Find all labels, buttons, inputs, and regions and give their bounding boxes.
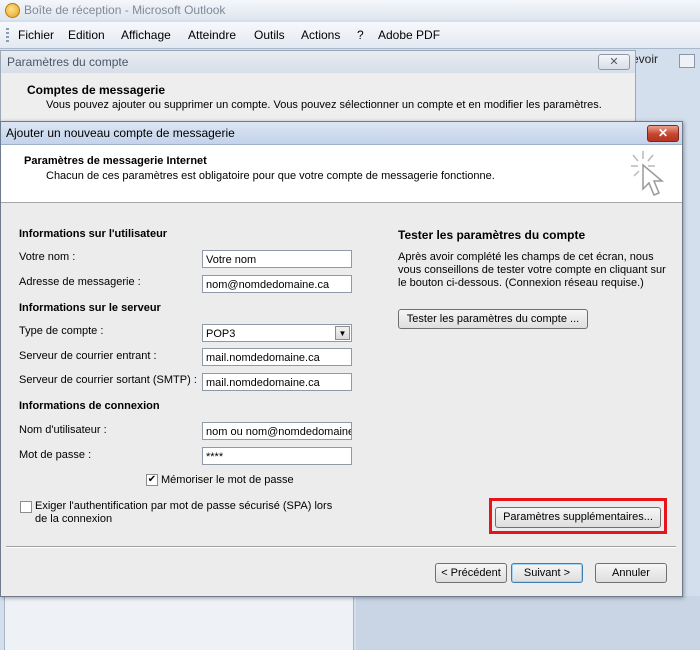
add-account-dialog: Ajouter un nouveau compte de messagerie …	[0, 121, 683, 597]
previous-button[interactable]: < Précédent	[435, 563, 507, 583]
click-cursor-icon	[631, 151, 665, 196]
background-pane-left	[4, 596, 354, 650]
test-text-line-1: Après avoir complété les champs de cet é…	[398, 251, 654, 263]
test-text-line-3: le bouton ci-dessous. (Connexion réseau …	[398, 277, 644, 289]
incoming-server-input[interactable]: mail.nomdedomaine.ca	[202, 348, 352, 366]
header-title: Paramètres de messagerie Internet	[24, 155, 207, 167]
chevron-down-icon[interactable]: ▼	[335, 326, 350, 340]
account-type-select[interactable]: POP3 ▼	[202, 324, 352, 342]
outlook-menu-bar: Fichier Edition Affichage Atteindre Outi…	[0, 22, 700, 49]
next-button[interactable]: Suivant >	[511, 563, 583, 583]
username-input[interactable]: nom ou nom@nomdedomaine.ca	[202, 422, 352, 440]
name-label: Votre nom :	[19, 251, 76, 263]
username-label: Nom d'utilisateur :	[19, 424, 107, 436]
account-settings-title-bar: Paramètres du compte ✕	[1, 51, 635, 73]
account-settings-heading: Comptes de messagerie	[27, 83, 166, 97]
dialog-title-bar: Ajouter un nouveau compte de messagerie …	[1, 122, 682, 145]
dialog-close-button[interactable]: ✕	[647, 125, 679, 142]
name-input[interactable]: Votre nom	[202, 250, 352, 268]
toolbar-grip-icon[interactable]	[6, 28, 9, 42]
outlook-title: Boîte de réception - Microsoft Outlook	[24, 3, 226, 17]
header-subtitle: Chacun de ces paramètres est obligatoire…	[46, 170, 495, 182]
outlook-app-icon	[5, 3, 20, 18]
spa-checkbox[interactable]	[20, 501, 32, 513]
background-pane-right	[356, 596, 700, 650]
account-type-value: POP3	[206, 328, 236, 340]
dialog-header: Paramètres de messagerie Internet Chacun…	[1, 145, 682, 203]
login-info-heading: Informations de connexion	[19, 400, 160, 412]
test-settings-heading: Tester les paramètres du compte	[398, 228, 586, 242]
menu-actions[interactable]: Actions	[301, 28, 340, 42]
remember-password-label: Mémoriser le mot de passe	[161, 474, 294, 486]
account-settings-title: Paramètres du compte	[7, 55, 129, 69]
password-label: Mot de passe :	[19, 449, 92, 461]
menu-atteindre[interactable]: Atteindre	[188, 28, 236, 42]
menu-affichage[interactable]: Affichage	[121, 28, 171, 42]
email-input[interactable]: nom@nomdedomaine.ca	[202, 275, 352, 293]
password-input[interactable]: ****	[202, 447, 352, 465]
account-settings-close-button[interactable]: ✕	[598, 54, 630, 70]
outlook-title-bar: Boîte de réception - Microsoft Outlook	[0, 0, 700, 20]
account-settings-window: Paramètres du compte ✕ Comptes de messag…	[0, 50, 636, 122]
user-info-heading: Informations sur l'utilisateur	[19, 228, 168, 240]
menu-outils[interactable]: Outils	[254, 28, 285, 42]
menu-adobe-pdf[interactable]: Adobe PDF	[378, 28, 440, 42]
account-settings-header: Comptes de messagerie Vous pouvez ajoute…	[1, 73, 635, 121]
spa-label-line-1: Exiger l'authentification par mot de pas…	[35, 500, 333, 512]
test-settings-button[interactable]: Tester les paramètres du compte ...	[398, 309, 588, 329]
menu-fichier[interactable]: Fichier	[18, 28, 54, 42]
cancel-button[interactable]: Annuler	[595, 563, 667, 583]
incoming-server-label: Serveur de courrier entrant :	[19, 350, 157, 362]
spa-label-line-2: de la connexion	[35, 513, 113, 525]
account-settings-subtitle: Vous pouvez ajouter ou supprimer un comp…	[46, 99, 602, 111]
outgoing-server-label: Serveur de courrier sortant (SMTP) :	[19, 374, 197, 386]
dialog-separator	[6, 546, 676, 548]
envelope-icon[interactable]	[679, 54, 695, 68]
account-type-label: Type de compte :	[19, 325, 104, 337]
remember-password-checkbox[interactable]: ✔	[146, 474, 158, 486]
email-label: Adresse de messagerie :	[19, 276, 141, 288]
outgoing-server-input[interactable]: mail.nomdedomaine.ca	[202, 373, 352, 391]
menu-help[interactable]: ?	[357, 28, 364, 42]
dialog-title: Ajouter un nouveau compte de messagerie	[6, 126, 235, 140]
highlight-box	[489, 498, 667, 534]
menu-edition[interactable]: Edition	[68, 28, 105, 42]
test-text-line-2: vous conseillons de tester votre compte …	[398, 264, 666, 276]
server-info-heading: Informations sur le serveur	[19, 302, 161, 314]
